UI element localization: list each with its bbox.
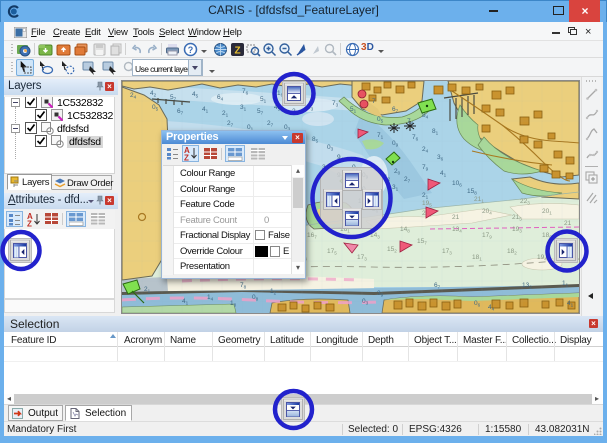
svg-text:7: 7 xyxy=(372,98,376,105)
svg-text:21: 21 xyxy=(452,214,460,221)
svg-text:Z: Z xyxy=(27,220,32,228)
svg-text:?: ? xyxy=(188,45,194,55)
svg-text:Z: Z xyxy=(184,154,189,162)
svg-text:Z: Z xyxy=(234,46,240,57)
